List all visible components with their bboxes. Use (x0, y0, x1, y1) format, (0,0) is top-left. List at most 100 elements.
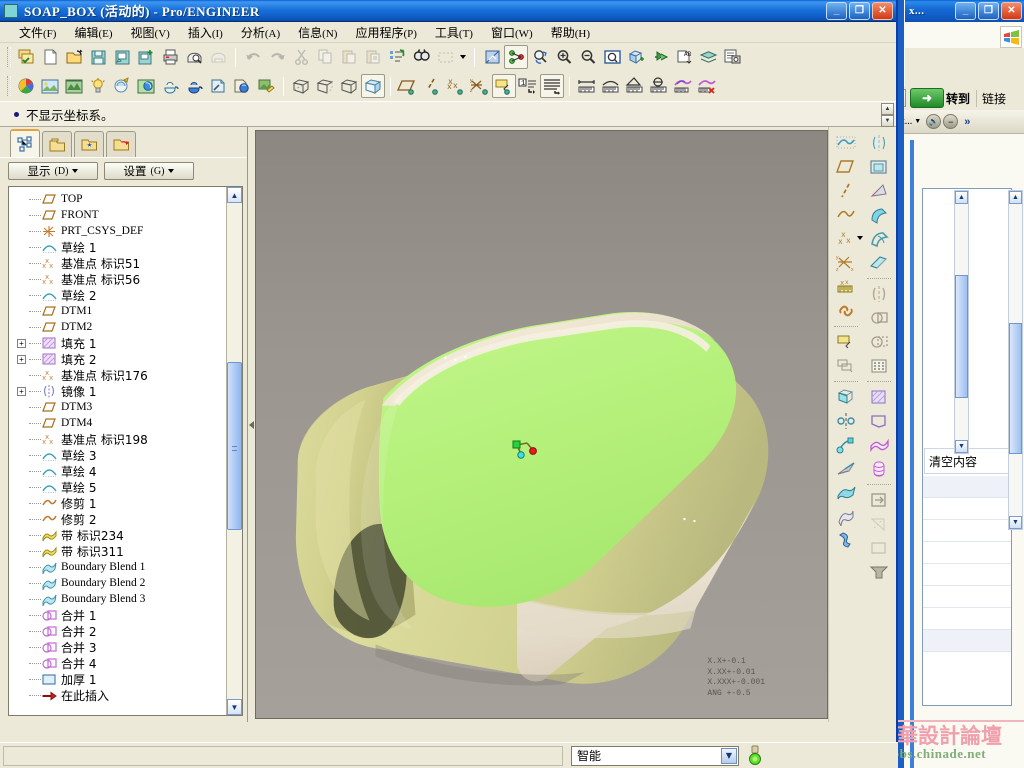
tree-item[interactable]: xxx基准点 标识56 (9, 271, 226, 287)
menu-view[interactable]: 视图(V) (122, 23, 179, 42)
render-setup-icon[interactable] (110, 74, 134, 98)
tree-item[interactable]: +填充 1 (9, 335, 226, 351)
mute-icon[interactable]: − (943, 114, 958, 129)
shade-surface-icon[interactable] (206, 74, 230, 98)
tree-item[interactable]: xxx基准点 标识198 (9, 431, 226, 447)
tree-item[interactable]: DTM1 (9, 303, 226, 319)
offset-icon[interactable] (866, 409, 892, 433)
scroll-up-icon[interactable]: ▲ (227, 187, 242, 203)
go-button[interactable]: 转到 (946, 90, 970, 107)
flat-surface-icon[interactable] (866, 536, 892, 560)
curve-dim-icon[interactable] (599, 74, 623, 98)
cut-icon[interactable] (289, 45, 313, 69)
panel-splitter[interactable] (248, 127, 255, 722)
regenerate-icon[interactable] (385, 45, 409, 69)
datum-display-icon[interactable] (504, 45, 528, 69)
scrollbar-track[interactable] (227, 203, 242, 699)
refit-icon[interactable] (528, 45, 552, 69)
model-material-icon[interactable] (158, 74, 182, 98)
lights-icon[interactable] (86, 74, 110, 98)
tree-item[interactable]: DTM3 (9, 399, 226, 415)
model-tree[interactable]: TOPFRONTPRT_CSYS_DEF草绘 1xxx基准点 标识51xxx基准… (8, 186, 243, 716)
zoom-in-icon[interactable] (552, 45, 576, 69)
expand-node-icon[interactable]: + (17, 339, 26, 348)
tree-item[interactable]: PRT_CSYS_DEF (9, 223, 226, 239)
linear-dim-icon[interactable] (575, 74, 599, 98)
scrollbar-thumb[interactable] (955, 275, 968, 398)
message-scroll-down-icon[interactable]: ▼ (881, 115, 894, 127)
project-icon[interactable] (866, 488, 892, 512)
shade-sphere-icon[interactable] (230, 74, 254, 98)
save-a-copy-icon[interactable] (134, 45, 158, 69)
open-file-icon[interactable] (62, 45, 86, 69)
toolbar-grip[interactable] (7, 76, 11, 96)
list-item[interactable] (923, 542, 1011, 564)
menu-applications[interactable]: 应用程序(P) (346, 23, 425, 42)
new-file-icon[interactable] (38, 45, 62, 69)
window-titlebar[interactable]: SOAP_BOX (活动的) - Pro/ENGINEER _ ❐ ✕ (0, 0, 896, 22)
save-as-icon[interactable] (110, 45, 134, 69)
tree-item[interactable]: TOP (9, 191, 226, 207)
paste-icon[interactable] (337, 45, 361, 69)
menu-file[interactable]: 文件(F) (10, 23, 65, 42)
print-icon[interactable] (158, 45, 182, 69)
print-preview-icon[interactable] (182, 45, 206, 69)
plot-icon[interactable] (206, 45, 230, 69)
environment-icon[interactable] (62, 74, 86, 98)
no-hidden-icon[interactable] (337, 74, 361, 98)
menu-insert[interactable]: 插入(I) (179, 23, 232, 42)
list-item[interactable] (923, 520, 1011, 542)
datum-plane-icon[interactable] (833, 155, 859, 179)
list-item[interactable] (923, 630, 1011, 652)
taper-icon[interactable] (866, 560, 892, 584)
datum-point-icon[interactable]: xxx (444, 74, 468, 98)
point-array-icon[interactable]: xx (833, 275, 859, 299)
shell-icon[interactable] (866, 155, 892, 179)
render-window-icon[interactable] (182, 74, 206, 98)
annotation-icon[interactable]: 1 (516, 74, 540, 98)
wireframe-icon[interactable] (289, 74, 313, 98)
sketch-region-icon[interactable] (833, 330, 859, 354)
tree-item[interactable]: 修剪 1 (9, 495, 226, 511)
blend-icon[interactable] (833, 457, 859, 481)
volume-icon[interactable]: 🔊 (926, 114, 941, 129)
expand-node-icon[interactable]: + (17, 387, 26, 396)
merge-icon[interactable] (866, 306, 892, 330)
menu-analysis[interactable]: 分析(A) (232, 23, 289, 42)
close-button[interactable]: ✕ (872, 2, 893, 20)
dropdown-icon[interactable] (457, 45, 469, 69)
datum-csys-icon[interactable]: yzx (833, 251, 859, 275)
minimize-button[interactable]: _ (826, 2, 847, 20)
menu-help[interactable]: 帮助(H) (542, 23, 599, 42)
spinal-bend-icon[interactable] (866, 457, 892, 481)
mirror-geom-icon[interactable] (866, 131, 892, 155)
round-icon[interactable] (866, 203, 892, 227)
select-box-icon[interactable] (433, 45, 457, 69)
revolve-icon[interactable] (833, 409, 859, 433)
maximize-button[interactable]: ❐ (849, 2, 870, 20)
undo-icon[interactable] (241, 45, 265, 69)
fill-icon[interactable] (866, 385, 892, 409)
layer-icon[interactable] (696, 45, 720, 69)
tree-item[interactable]: xxx基准点 标识51 (9, 255, 226, 271)
repaint-icon[interactable] (600, 45, 624, 69)
list-item[interactable] (923, 608, 1011, 630)
scroll-up-icon[interactable]: ▲ (1009, 191, 1022, 204)
datum-axis-icon[interactable] (833, 179, 859, 203)
bg-close-button[interactable]: ✕ (1001, 2, 1022, 20)
copy-geom-icon[interactable] (833, 354, 859, 378)
angle-dim-icon[interactable] (623, 74, 647, 98)
list-item[interactable] (923, 586, 1011, 608)
tree-item[interactable]: +填充 2 (9, 351, 226, 367)
background-window-scrollbar[interactable]: ▲ ▼ (1008, 190, 1023, 530)
show-button[interactable]: 显示(D) (8, 162, 98, 180)
copy-icon[interactable] (313, 45, 337, 69)
tree-item[interactable]: xxx基准点 标识176 (9, 367, 226, 383)
tree-item[interactable]: Boundary Blend 3 (9, 591, 226, 607)
sketch-curve-icon[interactable] (833, 131, 859, 155)
spin-center-icon[interactable] (624, 45, 648, 69)
tree-item[interactable]: Boundary Blend 2 (9, 575, 226, 591)
tree-item[interactable]: 合并 3 (9, 639, 226, 655)
hidden-line-icon[interactable] (313, 74, 337, 98)
tree-item[interactable]: DTM4 (9, 415, 226, 431)
